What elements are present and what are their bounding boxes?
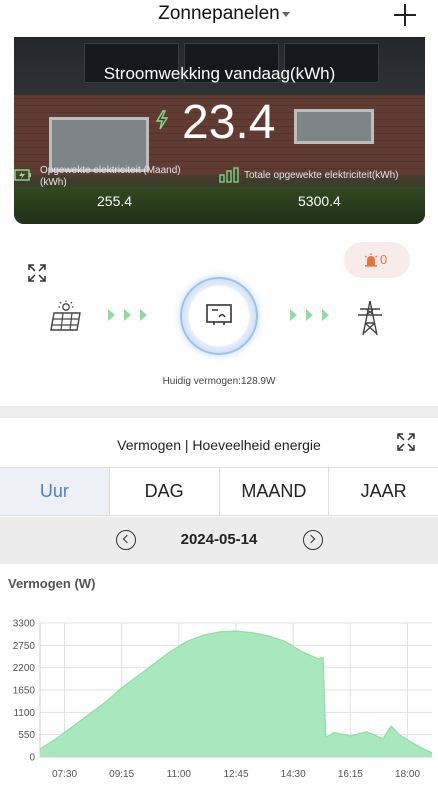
- divider: [0, 406, 438, 418]
- current-power-text: Huidig vermogen:128.9W: [162, 376, 276, 387]
- chart-title: Vermogen (W): [8, 576, 96, 591]
- tab-day[interactable]: DAG: [108, 468, 219, 515]
- y-tick-label: 2750: [13, 641, 36, 652]
- month-generation-unit: (kWh): [40, 177, 67, 188]
- add-icon[interactable]: [393, 3, 417, 27]
- top-bar: Zonnepanelen: [0, 0, 438, 38]
- section-title: Vermogen | Hoeveelheid energie: [117, 437, 321, 453]
- inverter-button[interactable]: [180, 277, 258, 355]
- y-tick-label: 1650: [13, 686, 36, 697]
- y-tick-label: 3300: [13, 619, 36, 630]
- total-generation-label: Totale opgewekte elektriciteit(kWh): [244, 170, 399, 181]
- next-date-button[interactable]: [303, 530, 323, 550]
- month-generation-value: 255.4: [97, 193, 133, 209]
- total-generation-value: 5300.4: [298, 193, 341, 209]
- y-tick-label: 1100: [13, 708, 35, 719]
- energy-flow-panel: 0 Huidig vermogen:128.9W: [0, 230, 438, 406]
- page-title[interactable]: Zonnepanelen: [158, 3, 280, 24]
- solar-panel-icon: [50, 300, 81, 331]
- today-generation-value: 23.4: [182, 96, 276, 149]
- tab-year[interactable]: JAAR: [328, 468, 438, 515]
- flow-arrows-out: [290, 309, 329, 321]
- alarm-icon: [364, 253, 378, 267]
- chevron-right-icon: [306, 534, 316, 544]
- hero-card: Stroomwekking vandaag(kWh) 23.4 Opgewekt…: [14, 37, 425, 224]
- expand-icon[interactable]: [27, 263, 47, 283]
- x-tick-label: 18:00: [395, 769, 420, 780]
- tab-month[interactable]: MAAND: [218, 468, 329, 515]
- flow-arrows-in: [108, 309, 147, 321]
- y-tick-label: 0: [29, 753, 35, 764]
- fullscreen-icon[interactable]: [396, 432, 416, 452]
- battery-icon: [14, 169, 31, 181]
- y-tick-label: 550: [18, 730, 35, 741]
- title-dropdown[interactable]: Zonnepanelen: [0, 3, 438, 25]
- date-selector: 2024-05-14: [0, 517, 438, 564]
- selected-date[interactable]: 2024-05-14: [0, 531, 438, 548]
- alarm-button[interactable]: 0: [344, 242, 410, 278]
- today-generation-label: Stroomwekking vandaag(kWh): [103, 64, 336, 83]
- chevron-down-icon[interactable]: [282, 12, 290, 17]
- y-tick-label: 2200: [13, 663, 36, 674]
- period-tabs: Uur DAG MAAND JAAR: [0, 467, 438, 516]
- x-tick-label: 11:00: [167, 769, 192, 780]
- alarm-count: 0: [380, 252, 388, 267]
- month-generation-label: Opgewekte elektriciteit (Maand): [40, 165, 181, 176]
- x-tick-label: 12:45: [223, 769, 248, 780]
- power-area: [40, 631, 432, 757]
- bolt-icon: [155, 110, 169, 130]
- tab-hour[interactable]: Uur: [0, 468, 109, 515]
- bar-chart-icon: [219, 167, 239, 183]
- x-tick-label: 16:15: [338, 769, 363, 780]
- x-tick-label: 14:30: [281, 769, 306, 780]
- inverter-icon: [206, 304, 232, 325]
- power-chart: 0 550 1100 1650 2200 2750 3300 07:30 09:15 11:00 1…: [13, 619, 433, 780]
- x-tick-label: 07:30: [52, 769, 77, 780]
- x-tick-label: 09:15: [109, 769, 134, 780]
- power-grid-icon: [358, 300, 382, 336]
